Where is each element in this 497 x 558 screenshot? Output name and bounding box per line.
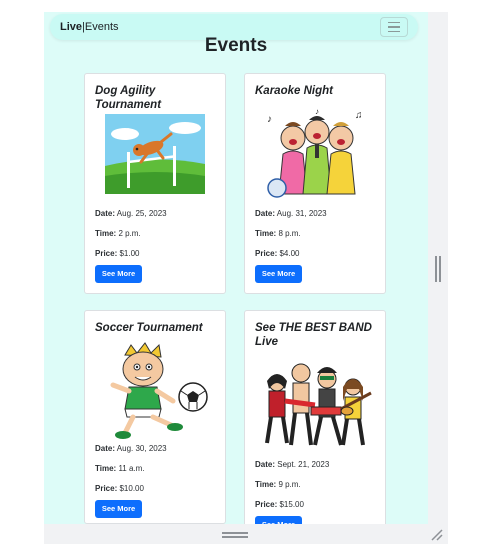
page-title: Events	[204, 35, 268, 56]
resize-corner-icon[interactable]	[430, 528, 444, 542]
event-date: Date: Aug. 30, 2023	[95, 444, 167, 453]
event-time: Time: 2 p.m.	[95, 229, 141, 238]
svg-text:♫: ♫	[355, 110, 363, 121]
karaoke-singers-illustration: ♪ ♫ ♪	[255, 104, 377, 204]
svg-text:♪: ♪	[267, 114, 272, 125]
page-viewport: Live|Events Events Dog Agility Tournamen…	[44, 12, 428, 524]
event-card: See THE BEST BAND Live Date: Sept. 21, 2…	[244, 310, 386, 524]
event-time: Time: 9 p.m.	[255, 480, 301, 489]
event-date: Date: Sept. 21, 2023	[255, 460, 330, 469]
navbar-toggler-menu-icon[interactable]	[380, 17, 408, 37]
see-more-button[interactable]: See More	[95, 500, 142, 518]
event-price: Price: $15.00	[255, 500, 304, 509]
event-date: Date: Aug. 31, 2023	[255, 209, 327, 218]
event-title: Karaoke Night	[255, 85, 333, 97]
brand-live: Live	[60, 21, 83, 33]
event-date: Date: Aug. 25, 2023	[95, 209, 167, 218]
vertical-resize-handle[interactable]	[434, 256, 442, 282]
event-price: Price: $1.00	[95, 249, 140, 258]
svg-text:♪: ♪	[315, 107, 319, 116]
event-card: Dog Agility Tournament Date: Aug. 25, 20…	[84, 73, 226, 294]
navbar-brand[interactable]: Live|Events	[60, 21, 119, 33]
see-more-button[interactable]: See More	[255, 265, 302, 283]
event-title: See THE BEST BAND Live	[255, 322, 372, 348]
event-price: Price: $4.00	[255, 249, 300, 258]
see-more-button[interactable]: See More	[255, 516, 302, 524]
event-card: Karaoke Night ♪ ♫ ♪ Date: Aug. 31, 2023 …	[244, 73, 386, 294]
horizontal-resize-handle[interactable]	[222, 532, 248, 538]
event-card: Soccer Tournament Date: Aug. 30, 2023 Ti…	[84, 310, 226, 524]
brand-events: Events	[84, 21, 119, 33]
event-time: Time: 11 a.m.	[95, 464, 145, 473]
event-time: Time: 8 p.m.	[255, 229, 301, 238]
event-title: Soccer Tournament	[95, 322, 203, 334]
see-more-button[interactable]: See More	[95, 265, 142, 283]
dog-agility-illustration	[105, 114, 205, 194]
soccer-kid-illustration	[95, 341, 217, 441]
rock-band-illustration	[255, 357, 377, 457]
event-price: Price: $10.00	[95, 484, 144, 493]
